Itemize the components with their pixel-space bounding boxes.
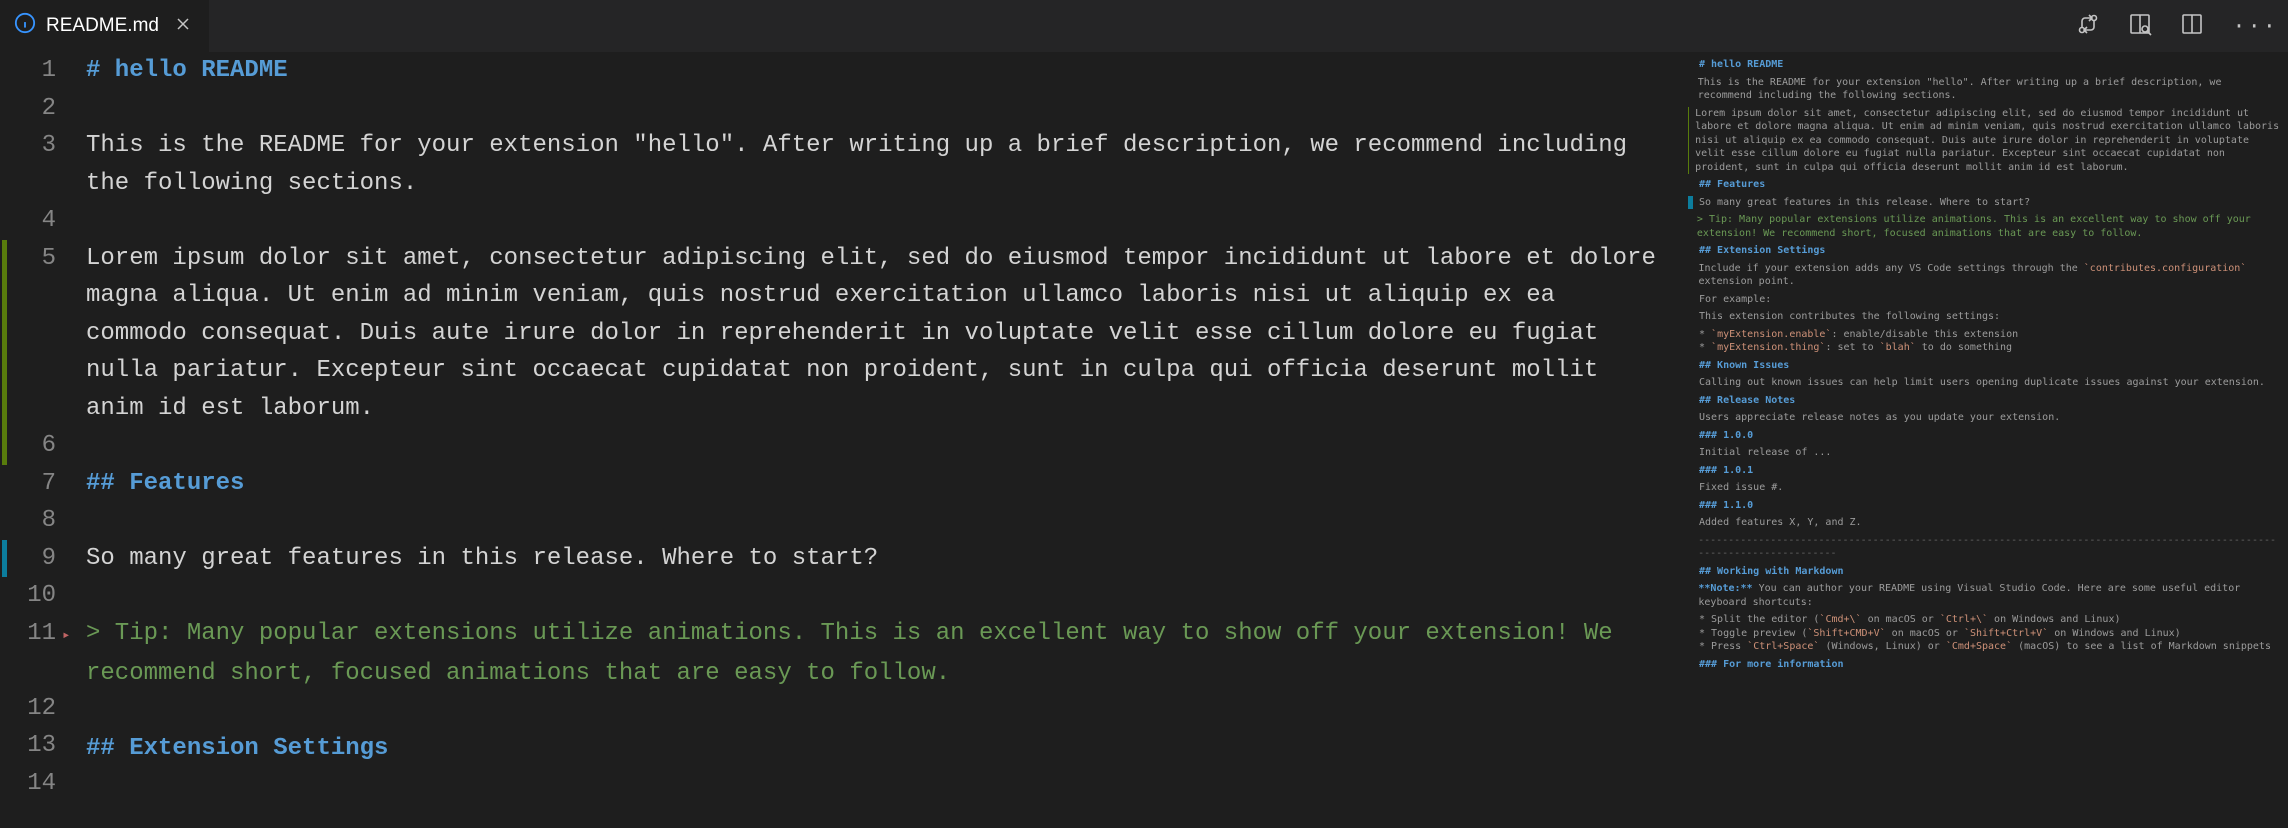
code-line <box>86 693 1658 731</box>
minimap-line: ### 1.0.1 <box>1699 464 1753 478</box>
minimap-line: This extension contributes the following… <box>1699 310 2000 324</box>
tab-filename: README.md <box>46 15 159 37</box>
code-content[interactable]: # hello README This is the README for yo… <box>86 52 1678 828</box>
code-line: ▸> Tip: Many popular extensions utilize … <box>86 615 1658 693</box>
minimap-line: Calling out known issues can help limit … <box>1699 376 2265 390</box>
code-line <box>86 202 1658 240</box>
compare-icon[interactable] <box>2076 12 2100 41</box>
code-line: ## Extension Settings <box>86 730 1658 768</box>
tab-readme[interactable]: README.md <box>0 0 209 52</box>
minimap[interactable]: # hello README This is the README for yo… <box>1678 52 2288 828</box>
code-line: So many great features in this release. … <box>86 540 1658 578</box>
editor-area[interactable]: 1234567891011121314 # hello README This … <box>0 52 1678 828</box>
minimap-line: * Toggle preview (`Shift+CMD+V` on macOS… <box>1699 627 2181 641</box>
diff-gutter <box>0 52 8 828</box>
minimap-line: ## Release Notes <box>1699 394 1795 408</box>
code-line <box>86 90 1658 128</box>
code-line: # hello README <box>86 52 1658 90</box>
info-icon <box>14 12 36 40</box>
more-actions-icon[interactable]: ··· <box>2232 14 2278 39</box>
minimap-line: Users appreciate release notes as you up… <box>1699 411 2060 425</box>
code-line <box>86 502 1658 540</box>
minimap-line: Added features X, Y, and Z. <box>1699 516 1862 530</box>
minimap-line: * `myExtension.thing`: set to `blah` to … <box>1699 341 2012 355</box>
minimap-line: ### 1.1.0 <box>1699 499 1753 513</box>
code-line: ## Features <box>86 465 1658 503</box>
close-icon[interactable] <box>175 16 191 37</box>
code-line: Lorem ipsum dolor sit amet, consectetur … <box>86 240 1658 428</box>
code-line <box>86 427 1658 465</box>
minimap-line: ## Known Issues <box>1699 359 1789 373</box>
minimap-line: So many great features in this release. … <box>1699 196 2030 210</box>
minimap-line: **Note:** You can author your README usi… <box>1698 582 2280 609</box>
minimap-line: Include if your extension adds any VS Co… <box>1698 262 2280 289</box>
code-line: This is the README for your extension "h… <box>86 127 1658 202</box>
code-line <box>86 768 1658 806</box>
minimap-line: ### For more information <box>1699 658 1844 672</box>
minimap-line: Initial release of ... <box>1699 446 1831 460</box>
code-line <box>86 577 1658 615</box>
minimap-line: ### 1.0.0 <box>1699 429 1753 443</box>
minimap-line: * Press `Ctrl+Space` (Windows, Linux) or… <box>1699 640 2271 654</box>
minimap-line: Fixed issue #. <box>1699 481 1783 495</box>
minimap-line: > Tip: Many popular extensions utilize a… <box>1697 213 2280 240</box>
open-preview-icon[interactable] <box>2128 12 2152 41</box>
minimap-line: Lorem ipsum dolor sit amet, consectetur … <box>1695 107 2280 175</box>
editor-actions: ··· <box>2076 0 2278 52</box>
minimap-line: For example: <box>1699 293 1771 307</box>
split-editor-icon[interactable] <box>2180 12 2204 41</box>
minimap-line: ## Features <box>1699 178 1765 192</box>
minimap-line: ## Extension Settings <box>1699 244 1825 258</box>
tab-bar: README.md ··· <box>0 0 2288 52</box>
minimap-line: * Split the editor (`Cmd+\` on macOS or … <box>1699 613 2120 627</box>
minimap-line: ## Working with Markdown <box>1699 565 1844 579</box>
minimap-line: # hello README <box>1699 58 1783 72</box>
line-number-gutter: 1234567891011121314 <box>8 52 86 828</box>
minimap-line: * `myExtension.enable`: enable/disable t… <box>1699 328 2018 342</box>
minimap-line: This is the README for your extension "h… <box>1698 76 2280 103</box>
